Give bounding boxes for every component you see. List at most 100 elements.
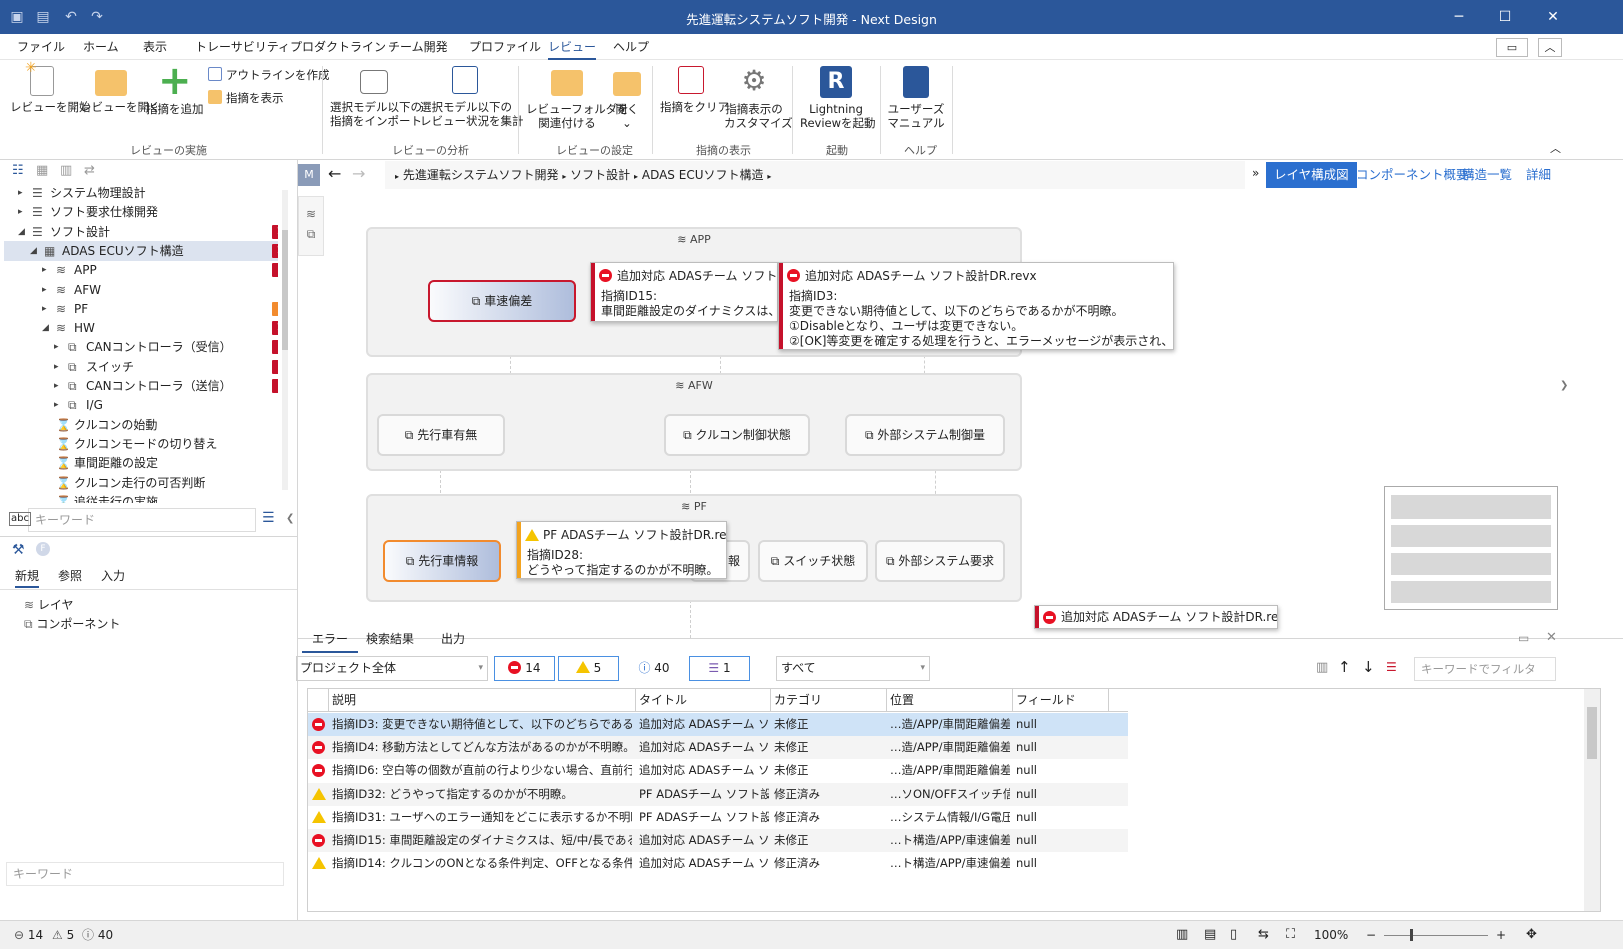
table-row[interactable]: 指摘ID6: 空白等の個数が直前の行より少ない場合、直前行の… 追加対応 ADAS… xyxy=(308,759,1128,782)
col-location[interactable]: 位置 xyxy=(887,689,1013,711)
tree-item[interactable]: ⌛ 車間距離の設定 xyxy=(4,453,278,473)
close-panel-icon[interactable]: ✕ xyxy=(1546,630,1557,645)
filter-warnings-toggle[interactable]: 5 xyxy=(558,656,619,681)
table-row[interactable]: 指摘ID14: クルコンのONとなる条件判定、OFFとなる条件判定… 追加対応 A… xyxy=(308,852,1128,875)
tab-errors[interactable]: エラー xyxy=(302,626,359,653)
expand-toggle-icon[interactable]: ▸ xyxy=(18,183,23,203)
expand-toggle-icon[interactable]: ▸ xyxy=(18,202,23,222)
expand-toggle-icon[interactable]: ▸ xyxy=(54,376,59,396)
tab-layer-diagram[interactable]: レイヤ構成図 xyxy=(1266,162,1357,188)
tab-detail[interactable]: 詳細 xyxy=(1518,162,1559,188)
tree-item[interactable]: ▸ ≋ AFW xyxy=(4,280,278,300)
review-open-button[interactable]: レビューを開く xyxy=(80,66,161,114)
f-icon[interactable]: F xyxy=(36,542,50,556)
tree-item[interactable]: ▸ ⧉ CANコントローラ（送信） 3 xyxy=(4,376,278,396)
status-infos[interactable]: ⓘ 40 xyxy=(82,921,113,949)
tree-item[interactable]: ▸ ≋ APP 5 xyxy=(4,260,278,280)
tree-item[interactable]: ▸ ☰ システム物理設計 xyxy=(4,183,278,203)
layout-icon[interactable]: ▥ xyxy=(1176,921,1188,949)
col-category[interactable]: カテゴリ xyxy=(771,689,887,711)
component-icon[interactable]: ⧉ xyxy=(299,227,323,242)
tree-toolbar-icon[interactable]: ▥ xyxy=(60,163,72,178)
restore-panel-icon[interactable]: ▭ xyxy=(1518,631,1529,645)
table-row[interactable]: 指摘ID32: どうやって指定するのかが不明瞭。 PF ADASチーム ソフト設計… xyxy=(308,782,1128,806)
tree-item[interactable]: ▸ ⧉ スイッチ 1 xyxy=(4,357,278,377)
toolbox-tab-input[interactable]: 入力 xyxy=(101,567,125,584)
col-field[interactable]: フィールド xyxy=(1013,689,1109,711)
status-errors[interactable]: ⊖ 14 xyxy=(14,921,43,949)
component-preceding-vehicle-info[interactable]: ⧉ 先行車情報 xyxy=(383,540,501,582)
tree-item[interactable]: ▸ ⧉ I/G xyxy=(4,395,278,415)
toolbox-search-input[interactable]: キーワード xyxy=(6,862,284,886)
tree-scrollbar[interactable] xyxy=(282,190,288,490)
menu-file[interactable]: ファイル xyxy=(17,34,65,60)
clear-comments-button[interactable]: 指摘をクリア xyxy=(660,66,729,114)
table-row[interactable]: 指摘ID3: 変更できない期待値として、以下のどちらであるかが不… 追加対応 AD… xyxy=(308,713,1128,736)
menu-team[interactable]: チーム開発 xyxy=(388,34,448,60)
status-warnings[interactable]: ⚠ 5 xyxy=(52,921,74,949)
keyword-filter-input[interactable]: キーワードでフィルタ xyxy=(1414,657,1556,681)
zoom-slider[interactable] xyxy=(1384,929,1488,941)
breadcrumb-item[interactable]: 先進運転システムソフト開発 xyxy=(403,168,559,182)
ribbon-collapse-icon[interactable]: ︿ xyxy=(1550,140,1561,156)
expand-toggle-icon[interactable]: ▸ xyxy=(54,395,59,415)
zoom-in-icon[interactable]: + xyxy=(1496,921,1506,949)
fit-icon[interactable]: ⛶ xyxy=(1286,921,1295,949)
toolbox-item-layer[interactable]: ≋ レイヤ xyxy=(24,596,74,613)
tree-item[interactable]: ⌛ 追従走行の実施 xyxy=(4,492,278,503)
component-cruise-control-state[interactable]: ⧉ クルコン制御状態 xyxy=(664,414,810,456)
menu-productline[interactable]: プロダクトライン xyxy=(290,34,386,60)
tree-item[interactable]: ▸ ≋ PF 4 xyxy=(4,299,278,319)
customize-display-button[interactable]: ⚙ 指摘表示の カスタマイズ xyxy=(724,66,793,131)
menu-review[interactable]: レビュー xyxy=(548,34,597,60)
aggregate-review-button[interactable]: 選択モデル以下の レビュー状況を集計 xyxy=(420,66,524,128)
tree-item[interactable]: ◢ ☰ ソフト設計 19 xyxy=(4,222,278,242)
toolbox-tab-new[interactable]: 新規 xyxy=(15,567,40,588)
clear-list-icon[interactable]: ☰ xyxy=(1386,660,1397,674)
minimap[interactable] xyxy=(1384,486,1558,610)
col-description[interactable]: 説明 xyxy=(329,689,636,711)
expand-toggle-icon[interactable]: ▸ xyxy=(54,337,59,357)
comment-tooltip-id15[interactable]: 追加対応 ADASチーム ソフト設計 指摘ID15:車間距離設定のダイナミクスは… xyxy=(590,262,778,322)
toolbox-icon[interactable]: ⚒ xyxy=(12,542,25,558)
filter-selected-toggle[interactable]: ☰ 1 xyxy=(689,656,750,681)
tree-item[interactable]: ▸ ⧉ CANコントローラ（受信） 3 xyxy=(4,337,278,357)
menu-view[interactable]: 表示 xyxy=(143,34,167,60)
tree-item[interactable]: ⌛ クルコン走行の可否判断 xyxy=(4,473,278,493)
show-comments-button[interactable]: 指摘を表示 xyxy=(208,89,284,107)
arrow-down-icon[interactable]: ↓ xyxy=(1362,658,1375,676)
tree-search-input[interactable]: キーワード xyxy=(28,508,256,532)
menu-home[interactable]: ホーム xyxy=(83,34,119,60)
menu-help[interactable]: ヘルプ xyxy=(613,34,649,60)
table-row[interactable]: 指摘ID15: 車間距離設定のダイナミクスは、短/中/長である。用… 追加対応 A… xyxy=(308,829,1128,852)
filter-info-toggle[interactable]: ⓘ 40 xyxy=(626,656,682,681)
layout-icon[interactable]: ▤ xyxy=(1204,921,1216,949)
right-panel-toggle-icon[interactable]: ❯ xyxy=(1560,380,1568,391)
pan-icon[interactable]: ✥ xyxy=(1526,921,1537,949)
filter-settings-icon[interactable]: ☰ xyxy=(262,510,275,526)
comment-icon[interactable]: ▭ xyxy=(1496,38,1528,57)
grid-scrollbar[interactable] xyxy=(1584,689,1600,911)
review-start-button[interactable]: ✳ レビューを開始 xyxy=(10,61,91,114)
tree-item[interactable]: ▸ ☰ ソフト要求仕様開発 xyxy=(4,202,278,222)
close-button[interactable]: ✕ xyxy=(1528,0,1578,34)
comment-tooltip-partial[interactable]: 追加対応 ADASチーム ソフト設計DR.revx xyxy=(1034,605,1278,629)
associate-folder-button[interactable]: レビューフォルダを 関連付ける xyxy=(526,66,629,130)
toolbox-tab-reference[interactable]: 参照 xyxy=(58,567,82,584)
toolbox-item-component[interactable]: ⧉ コンポーネント xyxy=(24,615,120,632)
expand-toggle-icon[interactable]: ▸ xyxy=(54,357,59,377)
expand-toggle-icon[interactable]: ▸ xyxy=(42,299,47,319)
panel-toggle-icon[interactable]: ❮ xyxy=(286,513,294,524)
breadcrumb-item[interactable]: ソフト設計 xyxy=(570,168,630,182)
collapse-ribbon-icon[interactable]: ︿ xyxy=(1538,38,1562,57)
grid-layout-icon[interactable]: ▥ xyxy=(1316,660,1328,675)
back-arrow-icon[interactable]: ← xyxy=(328,164,341,183)
import-comments-button[interactable]: 選択モデル以下の 指摘をインポート xyxy=(330,66,422,128)
col-title[interactable]: タイトル xyxy=(636,689,771,711)
tree-toolbar-icon[interactable]: ⇄ xyxy=(84,163,95,178)
filter-errors-toggle[interactable]: 14 xyxy=(494,656,555,681)
component-preceding-vehicle[interactable]: ⧉ 先行車有無 xyxy=(377,414,505,456)
comment-tooltip-id28[interactable]: PF ADASチーム ソフト設計DR.revx 指摘ID28: どうやって指定する… xyxy=(516,521,727,579)
forward-arrow-icon[interactable]: → xyxy=(352,164,365,183)
tree-item[interactable]: ◢ ≋ HW 10 xyxy=(4,318,278,338)
